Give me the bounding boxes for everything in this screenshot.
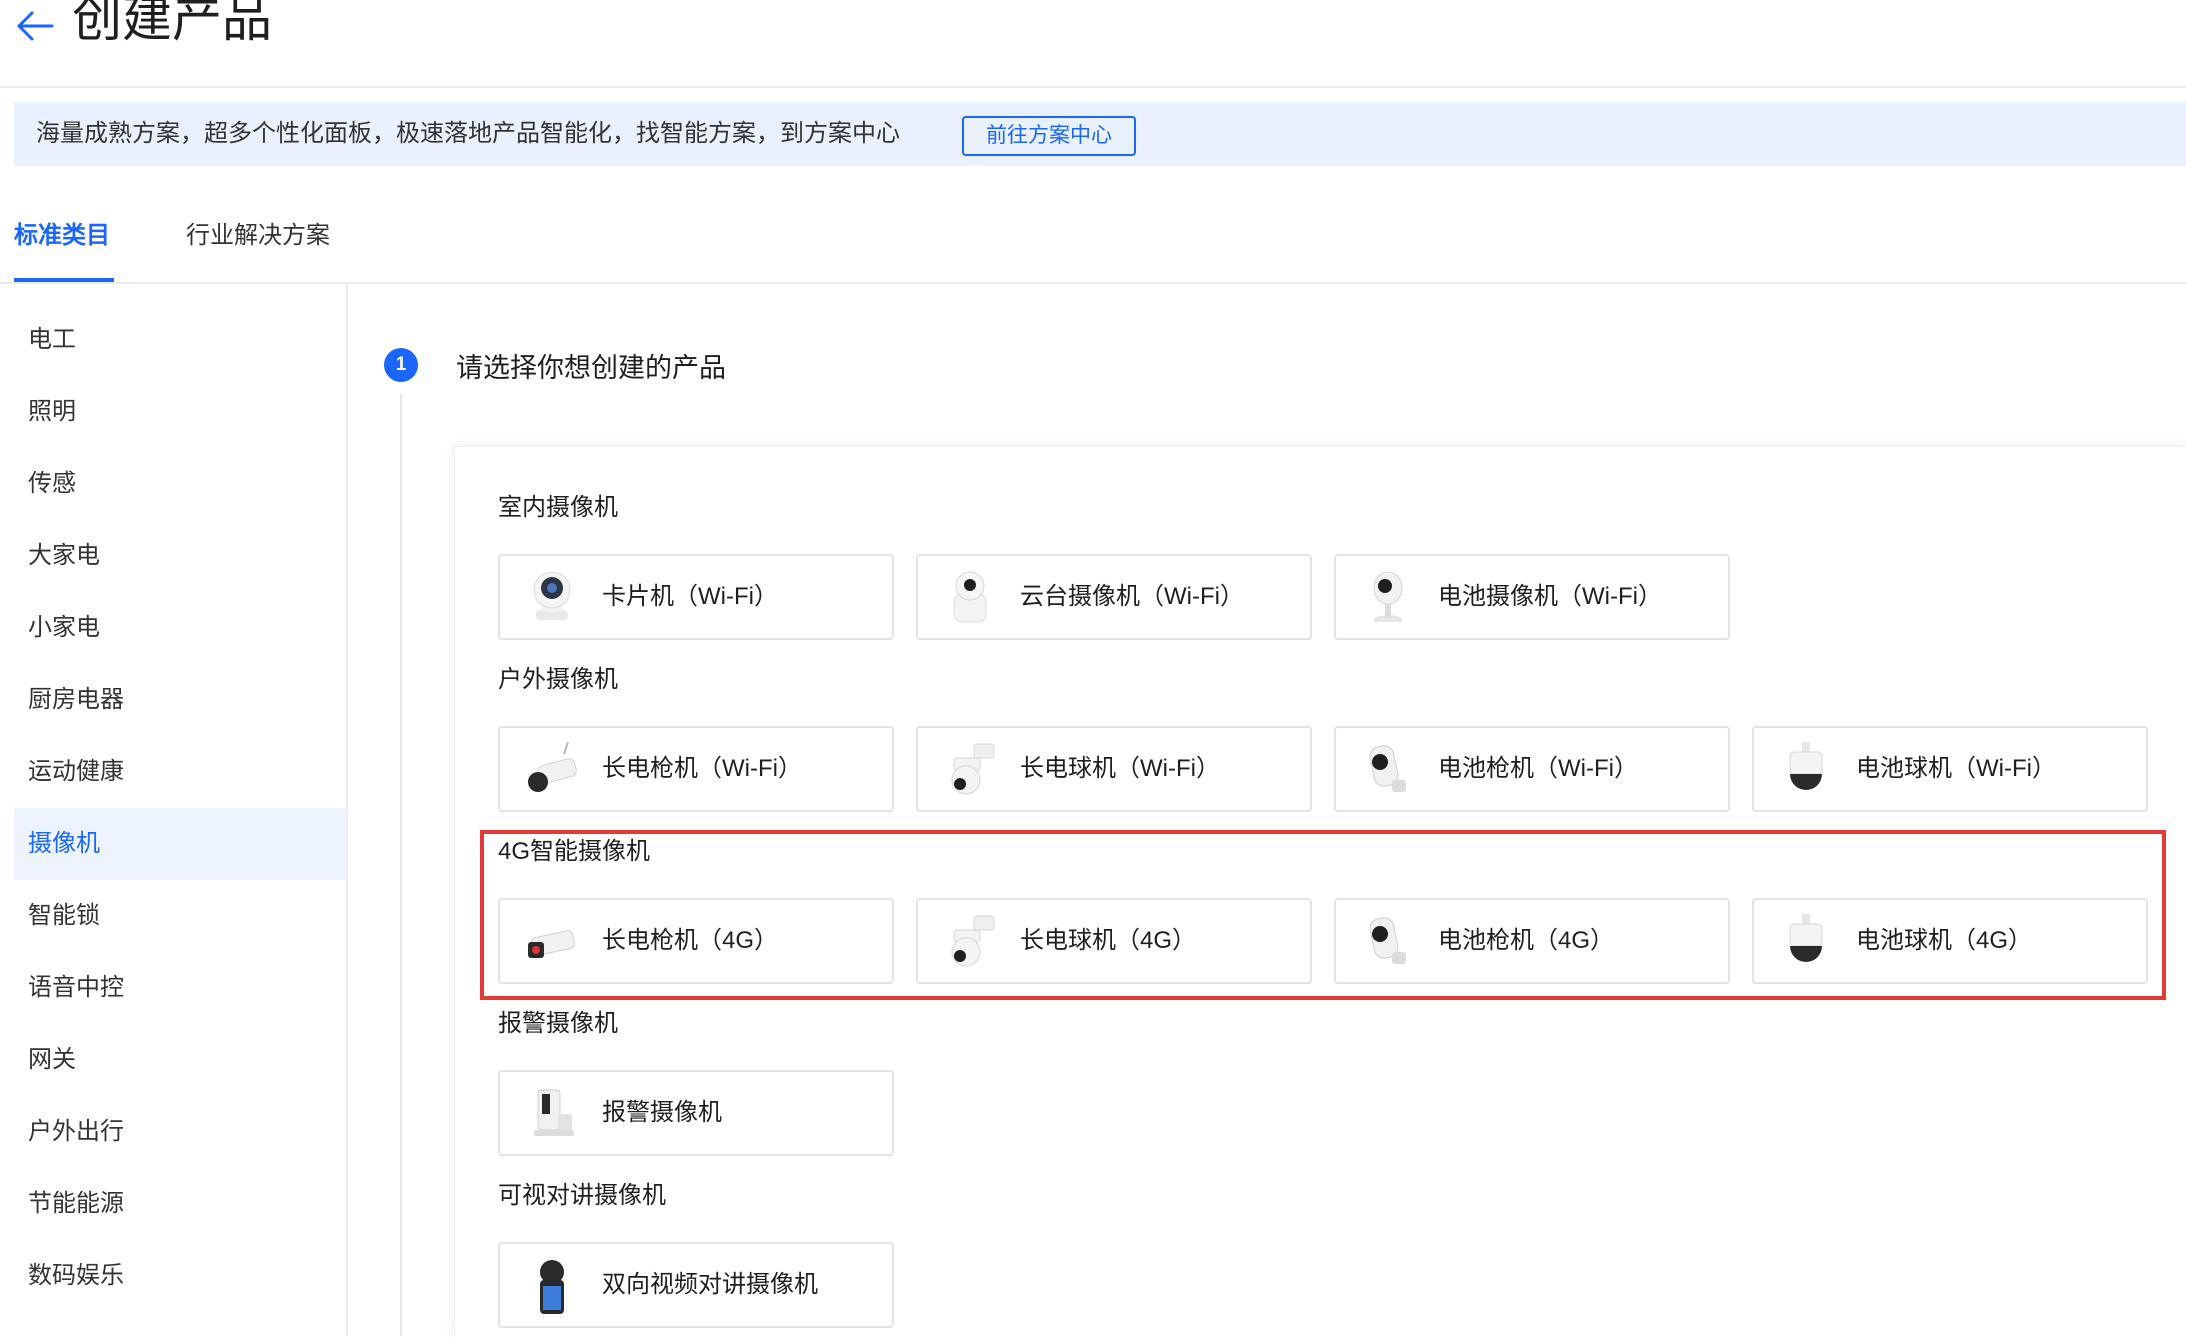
product-card-battery-dome-camera-4g[interactable]: 电池球机（4G）: [1752, 898, 2148, 984]
sidebar-item-kitchen-appliance[interactable]: 厨房电器: [14, 664, 346, 736]
sidebar-item-sports-health[interactable]: 运动健康: [14, 736, 346, 808]
group-title-4g-smart-camera: 4G智能摄像机: [498, 838, 651, 865]
tab-standard-category[interactable]: 标准类目: [14, 218, 110, 254]
product-card-bullet-camera-wifi[interactable]: 长电枪机（Wi-Fi）: [498, 726, 894, 812]
product-label: 电池枪机（Wi-Fi）: [1438, 755, 1638, 782]
product-label: 电池枪机（4G）: [1438, 927, 1615, 954]
product-card-video-intercom-camera[interactable]: 双向视频对讲摄像机: [498, 1242, 894, 1328]
sidebar-item-gateway[interactable]: 网关: [14, 1024, 346, 1096]
page-title: 创建产品: [72, 0, 272, 47]
group-title-indoor-camera: 室内摄像机: [498, 494, 618, 521]
go-to-solution-center-button[interactable]: 前往方案中心: [962, 116, 1136, 156]
product-label: 云台摄像机（Wi-Fi）: [1020, 583, 1244, 610]
page-header: 创建产品: [0, 0, 2186, 88]
product-card-battery-bullet-camera-wifi[interactable]: 电池枪机（Wi-Fi）: [1334, 726, 1730, 812]
product-card-battery-dome-camera-wifi[interactable]: 电池球机（Wi-Fi）: [1752, 726, 2148, 812]
product-label: 长电枪机（4G）: [602, 927, 779, 954]
sidebar-item-large-appliance[interactable]: 大家电: [14, 520, 346, 592]
ptz-camera-icon: [953, 571, 987, 623]
step-connector-line: [400, 394, 402, 1336]
category-sidebar: 电工 照明 传感 大家电 小家电 厨房电器 运动健康 摄像机 智能锁 语音中控 …: [0, 284, 348, 1336]
product-card-card-camera-wifi[interactable]: 卡片机（Wi-Fi）: [498, 554, 894, 640]
product-label: 卡片机（Wi-Fi）: [602, 583, 778, 610]
group-title-alarm-camera: 报警摄像机: [498, 1010, 618, 1037]
category-tabs: 标准类目 行业解决方案: [0, 196, 2186, 284]
battery-bullet-camera-icon: [1369, 745, 1406, 792]
sidebar-item-voice-hub[interactable]: 语音中控: [14, 952, 346, 1024]
sidebar-item-sensor[interactable]: 传感: [14, 448, 346, 520]
battery-dome-camera-icon: [1789, 742, 1823, 790]
alarm-camera-icon: [534, 1089, 574, 1136]
step-number-badge: 1: [384, 348, 418, 382]
product-label: 电池球机（4G）: [1856, 927, 2033, 954]
card-camera-icon: [533, 571, 571, 620]
sidebar-item-electrician[interactable]: 电工: [14, 304, 346, 376]
product-label: 电池摄像机（Wi-Fi）: [1438, 583, 1662, 610]
sidebar-item-camera[interactable]: 摄像机: [14, 808, 346, 880]
product-label: 报警摄像机: [602, 1099, 722, 1126]
dome-camera-icon: [951, 743, 995, 795]
product-label: 长电球机（Wi-Fi）: [1020, 755, 1220, 782]
battery-dome-camera-icon: [1789, 914, 1823, 962]
sidebar-item-digital-entertainment[interactable]: 数码娱乐: [14, 1240, 346, 1312]
product-card-ptz-camera-wifi[interactable]: 云台摄像机（Wi-Fi）: [916, 554, 1312, 640]
back-arrow-icon[interactable]: [12, 2, 56, 46]
sidebar-item-smart-lock[interactable]: 智能锁: [14, 880, 346, 952]
bullet-camera-icon: [528, 930, 575, 958]
product-label: 电池球机（Wi-Fi）: [1856, 755, 2056, 782]
sidebar-item-lighting[interactable]: 照明: [14, 376, 346, 448]
product-label: 长电枪机（Wi-Fi）: [602, 755, 802, 782]
product-card-battery-camera-wifi[interactable]: 电池摄像机（Wi-Fi）: [1334, 554, 1730, 640]
dome-camera-icon: [951, 915, 995, 967]
step-title: 请选择你想创建的产品: [456, 353, 726, 383]
product-card-alarm-camera[interactable]: 报警摄像机: [498, 1070, 894, 1156]
product-card-dome-camera-4g[interactable]: 长电球机（4G）: [916, 898, 1312, 984]
product-card-dome-camera-wifi[interactable]: 长电球机（Wi-Fi）: [916, 726, 1312, 812]
product-label: 长电球机（4G）: [1020, 927, 1197, 954]
product-card-bullet-camera-4g[interactable]: 长电枪机（4G）: [498, 898, 894, 984]
bullet-camera-icon: [528, 741, 577, 792]
group-title-outdoor-camera: 户外摄像机: [498, 666, 618, 693]
sidebar-item-energy[interactable]: 节能能源: [14, 1168, 346, 1240]
sidebar-item-outdoor-travel[interactable]: 户外出行: [14, 1096, 346, 1168]
sidebar-item-small-appliance[interactable]: 小家电: [14, 592, 346, 664]
video-intercom-camera-icon: [540, 1260, 564, 1314]
battery-camera-icon: [1373, 571, 1403, 622]
group-title-video-intercom-camera: 可视对讲摄像机: [498, 1182, 666, 1209]
product-card-battery-bullet-camera-4g[interactable]: 电池枪机（4G）: [1334, 898, 1730, 984]
battery-bullet-camera-icon: [1369, 917, 1406, 964]
product-label: 双向视频对讲摄像机: [602, 1271, 818, 1298]
tab-industry-solution[interactable]: 行业解决方案: [186, 218, 330, 254]
solution-banner: 海量成熟方案，超多个性化面板，极速落地产品智能化，找智能方案，到方案中心 前往方…: [14, 102, 2186, 166]
banner-text: 海量成熟方案，超多个性化面板，极速落地产品智能化，找智能方案，到方案中心: [36, 120, 900, 147]
active-tab-indicator: [14, 278, 114, 282]
